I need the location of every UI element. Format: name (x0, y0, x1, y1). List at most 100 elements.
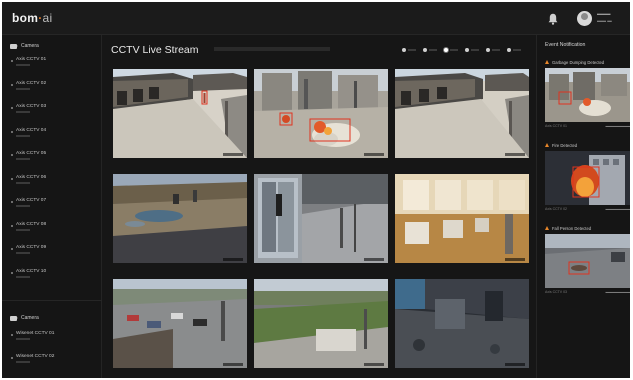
camera-status-text (16, 228, 30, 231)
top-bar: bom·ai ▬▬▬ ▬▬ ▬ (2, 2, 630, 35)
camera-feed-5[interactable] (254, 174, 388, 263)
camera-name: Wisenet CCTV 02 (16, 354, 55, 359)
event-label: Garbage Dumping Detected (552, 59, 605, 65)
sidebar: Camera Axis CCTV 01 Axis CCTV 02 Axis CCTV… (2, 35, 102, 378)
camera-feed-2[interactable] (254, 69, 388, 158)
sidebar-camera-9[interactable]: Axis CCTV 09 (11, 245, 97, 263)
camera-feed-9[interactable] (395, 279, 529, 368)
camera-status-text (16, 205, 30, 207)
camera-name: Wisenet CCTV 01 (16, 331, 55, 336)
camera-status-text (16, 87, 30, 90)
event-card-3[interactable]: Fall Person Detected Axis CCTV 03 ▬▬▬▬▬▬▬ (545, 225, 630, 294)
event-thumbnail (545, 234, 630, 288)
page-dot-6[interactable] (507, 48, 521, 52)
camera-feed-1[interactable] (113, 69, 247, 158)
status-dot (11, 107, 13, 109)
timestamp-overlay (505, 258, 525, 261)
status-dot (11, 271, 13, 274)
camera-feed-6[interactable] (395, 174, 529, 263)
timestamp-overlay (364, 258, 384, 261)
sidebar-camera-3[interactable]: Axis CCTV 03 (11, 104, 97, 122)
camera-status-text (16, 111, 30, 113)
status-dot (11, 357, 13, 359)
page-dot-5[interactable] (486, 48, 500, 52)
camera-name: Axis CCTV 02 (16, 80, 47, 86)
status-dot (11, 248, 13, 250)
camera-status-text (16, 134, 30, 137)
status-dot (11, 224, 13, 227)
camera-name: Axis CCTV 10 (16, 268, 47, 274)
sidebar-camera-6[interactable]: Axis CCTV 06 (11, 175, 97, 193)
page-title: CCTV Live Stream (111, 44, 199, 56)
timestamp-overlay (364, 153, 384, 156)
status-dot (11, 154, 13, 156)
user-name: ▬▬▬ (597, 11, 611, 16)
event-time: ▬▬▬▬▬▬▬ (605, 124, 631, 128)
sidebar-divider (2, 300, 102, 301)
camera-name: Axis CCTV 06 (16, 174, 47, 180)
logo[interactable]: bom·ai (12, 11, 52, 25)
bell-icon[interactable] (548, 13, 558, 25)
camera-feed-4[interactable] (113, 174, 247, 263)
camera-status-text (16, 338, 30, 340)
event-card-2[interactable]: Fire Detected Axis CCTV 02 ▬▬▬▬▬▬▬ (545, 142, 630, 211)
sidebar-camera-7[interactable]: Axis CCTV 07 (11, 198, 97, 216)
camera-section-title-2: Camera (21, 315, 39, 321)
event-time: ▬▬▬▬▬▬▬ (605, 207, 631, 211)
camera-name: Axis CCTV 01 (16, 57, 47, 62)
camera-feed-8[interactable] (254, 279, 388, 368)
event-camera: Axis CCTV 03 (545, 290, 567, 294)
warning-icon (545, 60, 549, 64)
sidebar-camera-2[interactable]: Axis CCTV 02 (11, 81, 97, 99)
camera-status-text (16, 64, 30, 66)
camera-status-text (16, 252, 30, 254)
event-time: ▬▬▬▬▬▬▬ (605, 290, 631, 294)
event-panel-title: Event Notification (545, 42, 586, 48)
status-dot (11, 60, 13, 62)
event-label: Fall Person Detected (552, 225, 592, 231)
status-dot (11, 201, 13, 203)
event-label: Fire Detected (552, 142, 578, 148)
sidebar-camera-wisenet-2[interactable]: Wisenet CCTV 02 (11, 354, 97, 372)
event-thumbnail (545, 68, 630, 122)
camera-section-header[interactable]: Camera (10, 43, 39, 49)
sidebar-camera-8[interactable]: Axis CCTV 08 (11, 222, 97, 240)
sidebar-camera-1[interactable]: Axis CCTV 01 (11, 57, 97, 75)
camera-section-title: Camera (21, 43, 39, 49)
logo-ai: ai (42, 11, 53, 25)
page-dot-3[interactable] (444, 48, 458, 52)
camera-name: Axis CCTV 04 (16, 127, 47, 133)
camera-name: Axis CCTV 03 (16, 104, 47, 109)
sidebar-camera-10[interactable]: Axis CCTV 10 (11, 269, 97, 287)
warning-icon (545, 226, 549, 230)
sidebar-camera-4[interactable]: Axis CCTV 04 (11, 128, 97, 146)
camera-feed-3[interactable] (395, 69, 529, 158)
last-updated-text (214, 47, 330, 51)
event-camera: Axis CCTV 02 (545, 207, 567, 211)
camera-status-text (16, 181, 30, 184)
event-camera: Axis CCTV 01 (545, 124, 567, 128)
camera-status-text (16, 158, 30, 160)
camera-feed-7[interactable] (113, 279, 247, 368)
camera-name: Axis CCTV 08 (16, 221, 47, 227)
page-dot-2[interactable] (423, 48, 437, 52)
page-pagination (402, 48, 521, 52)
event-card-1[interactable]: Garbage Dumping Detected Axis CCTV 01 ▬▬▬… (545, 59, 630, 128)
camera-status-text (16, 361, 30, 363)
page-dot-4[interactable] (465, 48, 479, 52)
camera-icon (10, 315, 18, 321)
camera-name: Axis CCTV 09 (16, 245, 47, 250)
camera-status-text (16, 275, 30, 278)
warning-icon (545, 143, 549, 147)
timestamp-overlay (505, 363, 525, 366)
timestamp-overlay (505, 153, 525, 156)
avatar[interactable] (577, 11, 592, 26)
status-dot (11, 130, 13, 133)
status-dot (11, 177, 13, 180)
sidebar-camera-wisenet-1[interactable]: Wisenet CCTV 01 (11, 331, 97, 349)
timestamp-overlay (364, 363, 384, 366)
page-dot-1[interactable] (402, 48, 416, 52)
timestamp-overlay (223, 258, 243, 261)
sidebar-camera-5[interactable]: Axis CCTV 05 (11, 151, 97, 169)
camera-section-header-2[interactable]: Camera (10, 315, 39, 321)
